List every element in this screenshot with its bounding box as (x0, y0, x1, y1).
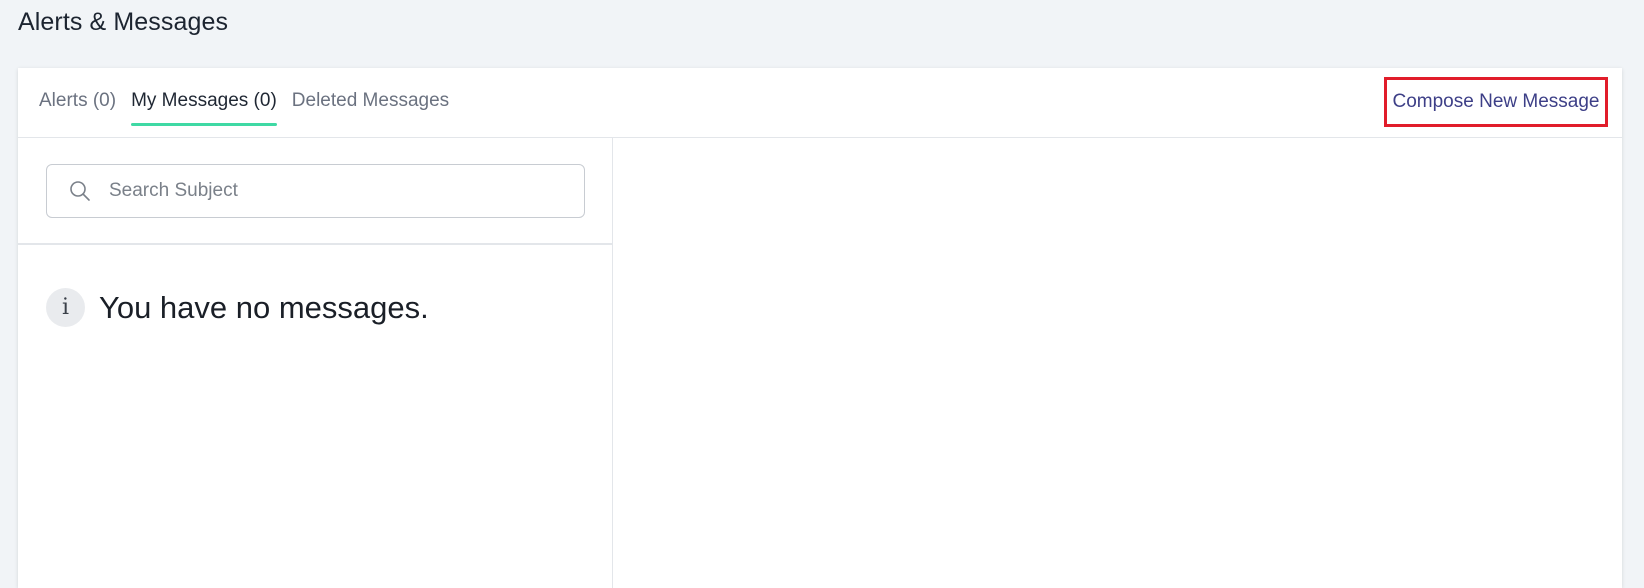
compose-highlight-box: Compose New Message (1384, 77, 1608, 127)
messages-card: Alerts (0) My Messages (0) Deleted Messa… (18, 68, 1622, 588)
info-icon: i (46, 288, 85, 327)
empty-state: i You have no messages. (46, 288, 429, 327)
tab-bar: Alerts (0) My Messages (0) Deleted Messa… (39, 90, 449, 126)
tab-alerts[interactable]: Alerts (0) (39, 90, 116, 126)
card-header: Alerts (0) My Messages (0) Deleted Messa… (18, 68, 1622, 138)
tab-deleted-messages[interactable]: Deleted Messages (292, 90, 449, 126)
search-box[interactable] (46, 164, 585, 218)
search-area (18, 138, 612, 245)
page-title: Alerts & Messages (18, 8, 229, 36)
search-icon (69, 180, 91, 202)
message-list-pane: i You have no messages. (18, 138, 613, 588)
tab-my-messages[interactable]: My Messages (0) (131, 90, 277, 126)
search-input[interactable] (107, 179, 551, 203)
empty-state-message: You have no messages. (99, 289, 429, 325)
message-detail-pane (613, 138, 1622, 588)
compose-new-message-link[interactable]: Compose New Message (1393, 91, 1600, 113)
